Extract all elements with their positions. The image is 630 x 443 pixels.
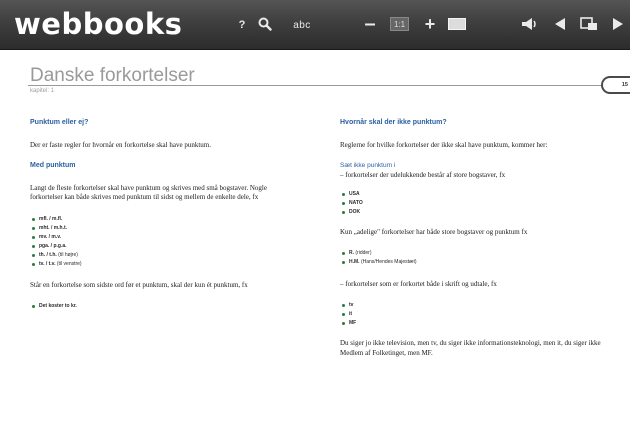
list-item: mht. / m.h.t. [30,224,300,233]
title-divider [28,85,620,86]
document-title: Danske forkortelser [30,65,195,86]
abbreviation-list: mfl. / m.fl. mht. / m.h.t. mv. / m.v. pg… [30,215,300,269]
one-to-one-icon: 1:1 [393,19,406,29]
minus-icon: – [364,13,376,35]
list-item: mfl. / m.fl. [30,215,300,224]
page-view-button[interactable] [448,18,466,30]
abbreviation-list: tv it MF [340,301,610,328]
search-button[interactable] [257,16,273,32]
paragraph: Kun „adelige" forkortelser har både stor… [340,228,528,236]
audio-button[interactable] [521,16,539,32]
section-heading: Hvornår skal der ikke punktum? [340,119,447,126]
arrow-left-icon [555,18,565,30]
toolbar: webbooks ? abc – 1:1 + [0,0,630,50]
list-item: pga. / p.g.a. [30,242,300,251]
paragraph: – forkortelser som er forkortet både i s… [340,279,497,288]
speaker-icon [522,18,536,30]
section-heading: Punktum eller ej? [30,119,89,126]
zoom-reset-button[interactable]: 1:1 [390,17,409,31]
paragraph: Du siger jo ikke television, men tv, du … [340,339,601,357]
page-number-tab[interactable]: 15 [601,76,630,94]
list-item: mv. / m.v. [30,233,300,242]
list-item: Det koster to kr. [30,302,300,311]
list-item: NATO [340,199,610,208]
zoom-out-button[interactable]: – [363,13,377,35]
paragraph: – forkortelser der udelukkende består af… [340,170,506,179]
paragraph: Reglerne for hvilke forkortelser der ikk… [340,141,548,149]
list-item: tv [340,301,610,310]
next-page-button[interactable] [611,16,625,32]
paragraph: Langt de fleste forkortelser skal have p… [30,183,267,202]
list-item: H.M. (Hans/Hendes Majestæt) [340,258,610,267]
list-item: DOK [340,208,610,217]
right-column: Hvornår skal der ikke punktum? Reglerne … [340,118,610,358]
left-column: Punktum eller ej? Der er faste regler fo… [30,118,300,311]
chapter-label: kapitel: 1 [30,88,55,94]
question-mark-icon: ? [238,19,246,31]
webbooks-logo: webbooks [14,7,183,41]
abc-text-icon: abc [293,19,311,31]
previous-page-button[interactable] [553,16,567,32]
list-item: th. / t.h. (til højre) [30,251,300,260]
layout-icon [580,17,597,30]
layout-button[interactable] [580,16,598,32]
page-number: 15 [621,82,628,88]
list-item: it [340,310,610,319]
paragraph: Står en forkortelse som sidste ord før e… [30,280,248,289]
plus-icon: + [424,14,436,34]
list-item: tv. / t.v. (til venstre) [30,260,300,269]
list-item: USA [340,190,610,199]
abc-button[interactable]: abc [290,17,314,33]
search-icon [258,17,272,31]
list-item: R. (ridder) [340,249,610,258]
subheading: Sæt ikke punktum i [340,161,396,169]
section-heading: Med punktum [30,161,76,169]
abbreviation-list: R. (ridder) H.M. (Hans/Hendes Majestæt) [340,249,610,267]
zoom-in-button[interactable]: + [423,14,437,34]
help-button[interactable]: ? [236,17,248,33]
example-list: Det koster to kr. [30,302,300,311]
list-item: MF [340,319,610,328]
arrow-right-icon [613,18,623,30]
paragraph: Der er faste regler for hvornår en forko… [30,141,211,149]
abbreviation-list: USA NATO DOK [340,190,610,217]
